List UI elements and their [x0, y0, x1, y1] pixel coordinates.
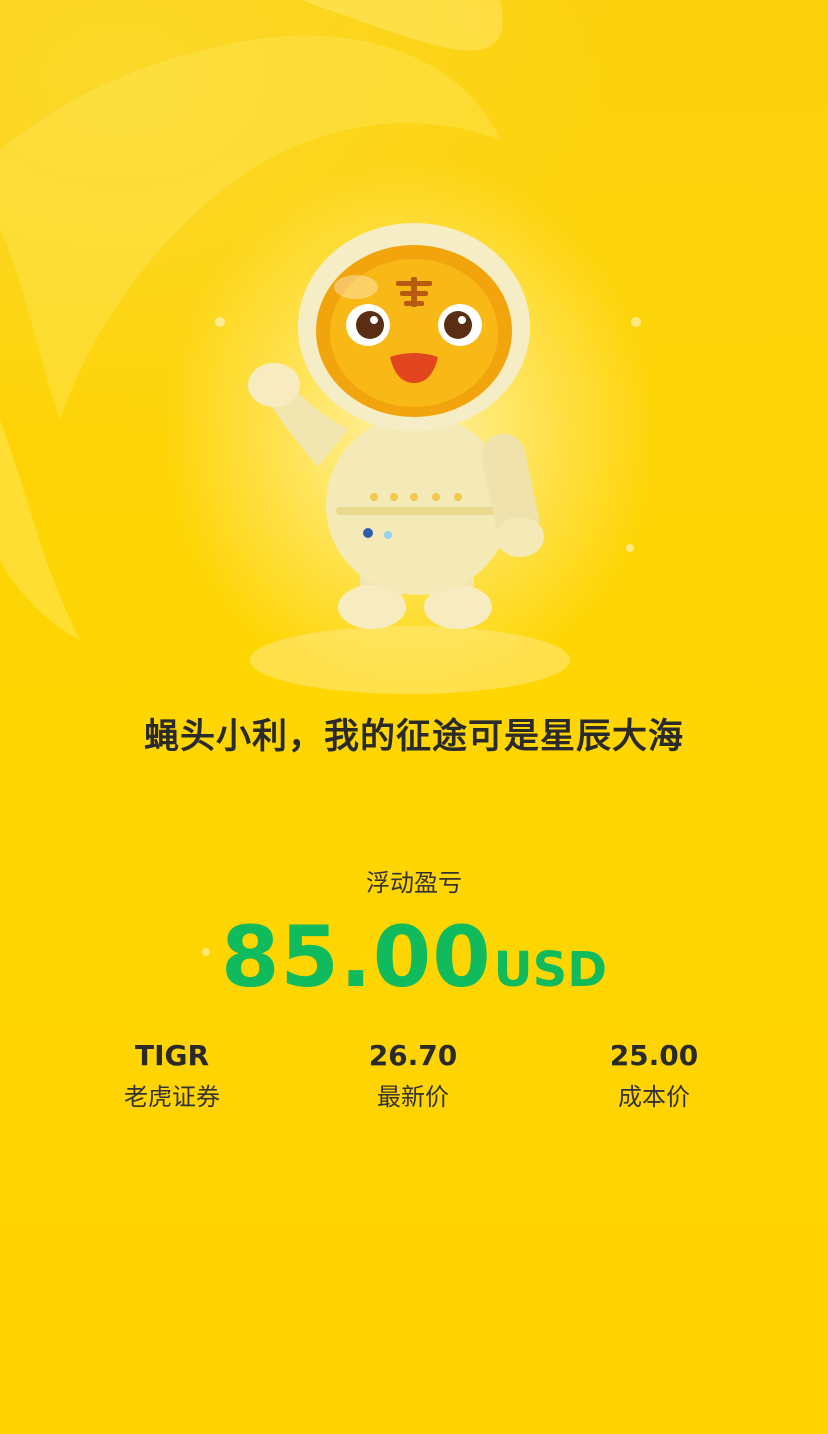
floating-pnl: 85.00USD: [0, 908, 828, 1006]
tiger-astronaut-mascot-icon: [248, 223, 544, 629]
stat-symbol: TIGR 老虎证券: [72, 1038, 272, 1112]
floating-pnl-currency: USD: [493, 942, 608, 998]
last-price-value: 26.70: [368, 1039, 458, 1072]
cost-price-label: 成本价: [618, 1083, 690, 1111]
floating-pnl-label: 浮动盈亏: [366, 869, 462, 897]
stat-last-price: 26.70 最新价: [313, 1038, 513, 1112]
last-price-label: 最新价: [377, 1083, 449, 1111]
symbol-label: 老虎证券: [124, 1083, 220, 1111]
stat-cost-price: 25.00 成本价: [554, 1038, 754, 1112]
symbol-value: TIGR: [134, 1039, 210, 1072]
cost-price-value: 25.00: [609, 1039, 699, 1072]
floating-pnl-value: 85.00: [220, 908, 492, 1006]
tagline: 蝇头小利，我的征途可是星辰大海: [143, 717, 684, 757]
